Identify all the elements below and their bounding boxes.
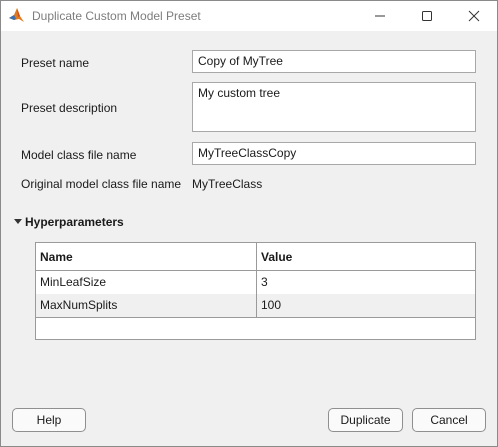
duplicate-button[interactable]: Duplicate bbox=[328, 408, 403, 432]
duplicate-preset-dialog: Duplicate Custom Model Preset Preset nam… bbox=[0, 0, 498, 447]
close-icon bbox=[468, 10, 480, 22]
row-value-cell[interactable]: 100 bbox=[257, 294, 475, 317]
table-row[interactable]: MaxNumSplits 100 bbox=[36, 294, 475, 318]
help-button[interactable]: Help bbox=[12, 408, 86, 432]
hyperparameters-title: Hyperparameters bbox=[25, 215, 124, 229]
column-header-name[interactable]: Name bbox=[36, 243, 257, 271]
matlab-icon bbox=[8, 7, 25, 24]
close-button[interactable] bbox=[451, 1, 497, 31]
preset-description-textarea[interactable]: My custom tree bbox=[192, 82, 476, 132]
cancel-button[interactable]: Cancel bbox=[412, 408, 486, 432]
column-header-value[interactable]: Value bbox=[257, 243, 475, 271]
original-class-file-value: MyTreeClass bbox=[192, 177, 263, 191]
row-name-cell: MinLeafSize bbox=[36, 271, 257, 294]
maximize-button[interactable] bbox=[404, 1, 450, 31]
row-value-cell[interactable]: 3 bbox=[257, 271, 475, 294]
original-class-file-label: Original model class file name bbox=[21, 177, 182, 191]
minimize-button[interactable] bbox=[357, 1, 403, 31]
hyperparameters-section-toggle[interactable]: Hyperparameters bbox=[14, 215, 154, 231]
model-class-file-input[interactable]: MyTreeClassCopy bbox=[192, 142, 476, 165]
preset-name-label: Preset name bbox=[21, 56, 90, 70]
maximize-icon bbox=[422, 11, 432, 21]
row-name-cell: MaxNumSplits bbox=[36, 294, 257, 317]
table-row[interactable]: MinLeafSize 3 bbox=[36, 271, 475, 295]
minimize-icon bbox=[375, 15, 385, 17]
window-title: Duplicate Custom Model Preset bbox=[32, 9, 201, 23]
model-class-file-label: Model class file name bbox=[21, 148, 137, 162]
hyperparameters-table[interactable]: Name Value MinLeafSize 3 MaxNumSplits 10… bbox=[35, 242, 476, 340]
preset-description-label: Preset description bbox=[21, 101, 118, 115]
title-bar[interactable]: Duplicate Custom Model Preset bbox=[1, 1, 497, 31]
collapse-triangle-icon bbox=[14, 219, 22, 224]
preset-name-input[interactable]: Copy of MyTree bbox=[192, 50, 476, 73]
